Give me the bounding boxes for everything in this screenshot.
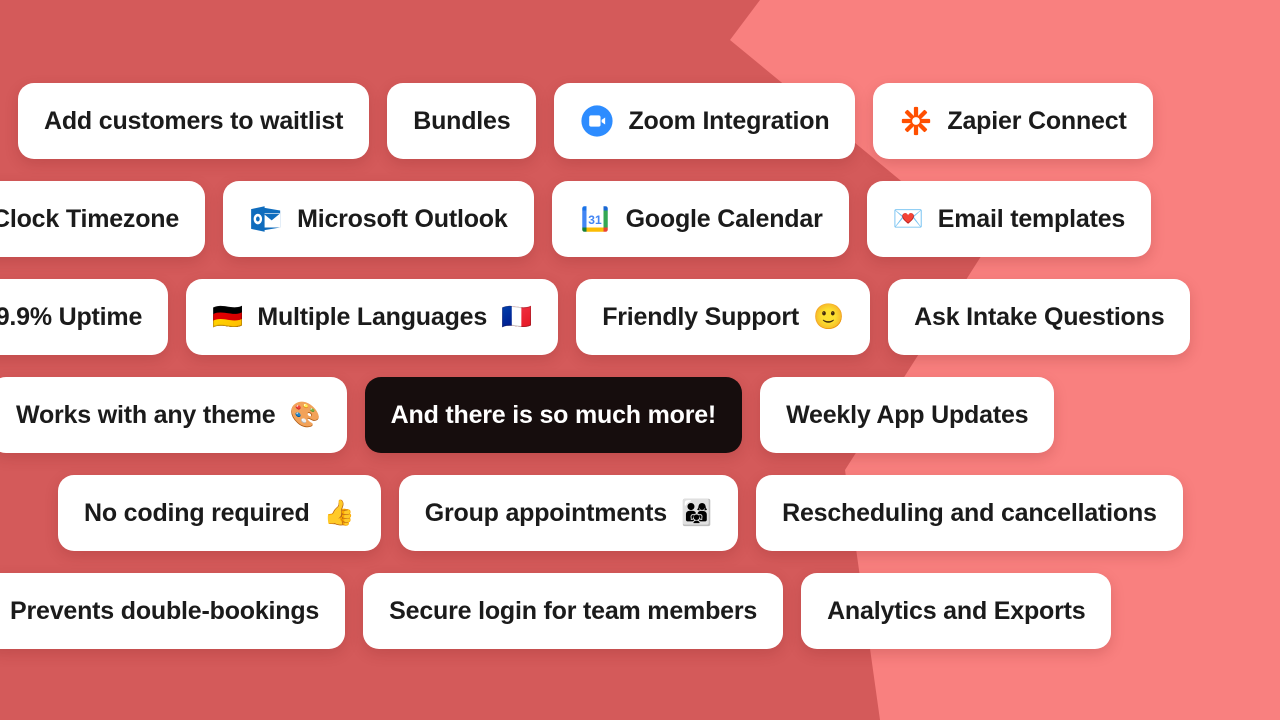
feature-card-label: Secure login for team members [389, 596, 758, 625]
feature-card-label: And there is so much more! [390, 400, 717, 429]
feature-card[interactable]: Secure login for team members [363, 573, 784, 649]
feature-card-label: No coding required [84, 498, 310, 527]
feature-card[interactable]: 99.9% Uptime [0, 279, 169, 355]
feature-card-label: Zoom Integration [628, 106, 830, 135]
feature-row: Works with any theme 🎨 And there is so muc… [0, 366, 1270, 464]
feature-card-label: Friendly Support [602, 302, 800, 331]
outlook-icon [251, 206, 281, 232]
feature-card-label: Zapier Connect [947, 106, 1127, 135]
feature-card[interactable]: Microsoft Outlook [223, 181, 534, 257]
emoji-trailing: 🙂 [813, 302, 845, 331]
feature-card-label: Multiple Languages [257, 302, 488, 331]
feature-card[interactable]: Weekly App Updates [760, 377, 1055, 453]
feature-card[interactable]: Group appointments 👨‍👩‍👧 [398, 475, 739, 551]
feature-row: Clock Timezone Microsoft Outlook 31 Google … [0, 170, 1246, 268]
feature-row: Prevents double-bookings Secure login for… [0, 562, 1264, 660]
feature-card[interactable]: Clock Timezone [0, 181, 206, 257]
emoji-trailing: 🎨 [289, 400, 321, 429]
feature-row: 99.9% Uptime 🇩🇪 Multiple Languages 🇫🇷 Friend… [0, 268, 1236, 366]
feature-card-label: Clock Timezone [0, 204, 180, 233]
emoji-trailing: 👍 [323, 498, 355, 527]
svg-text:31: 31 [588, 213, 602, 227]
feature-card-label: Ask Intake Questions [914, 302, 1165, 331]
feature-card[interactable]: Friendly Support 🙂 [576, 279, 871, 355]
emoji-trailing: 🇫🇷 [501, 302, 533, 331]
feature-card-label: Google Calendar [625, 204, 823, 233]
feature-card-label: Microsoft Outlook [297, 204, 508, 233]
feature-rows: Add customers to waitlist Bundles Zoom Int… [0, 0, 1280, 720]
feature-card[interactable]: Analytics and Exports [801, 573, 1112, 649]
feature-card-label: Bundles [413, 106, 511, 135]
feature-card-label: Group appointments [424, 498, 667, 527]
feature-grid-stage: Add customers to waitlist Bundles Zoom Int… [0, 0, 1280, 720]
feature-card[interactable]: Zoom Integration [554, 83, 856, 159]
feature-card-label: 99.9% Uptime [0, 302, 143, 331]
feature-card-label: Email templates [937, 204, 1126, 233]
feature-card-label: Analytics and Exports [827, 596, 1086, 625]
feature-card[interactable]: Zapier Connect [873, 83, 1153, 159]
feature-card[interactable]: No coding required 👍 [58, 475, 381, 551]
feature-card[interactable]: Rescheduling and cancellations [756, 475, 1183, 551]
feature-card[interactable]: Works with any theme 🎨 [0, 377, 347, 453]
feature-card[interactable]: Add customers to waitlist [18, 83, 370, 159]
feature-card[interactable]: Ask Intake Questions [888, 279, 1191, 355]
feature-card-label: Rescheduling and cancellations [782, 498, 1157, 527]
feature-card-label: Works with any theme [16, 400, 276, 429]
feature-card[interactable]: 💌 Email templates [866, 181, 1152, 257]
feature-card[interactable]: 31 Google Calendar [551, 181, 849, 257]
zapier-icon [902, 106, 931, 136]
feature-card[interactable]: 🇩🇪 Multiple Languages 🇫🇷 [186, 279, 559, 355]
feature-row: No coding required 👍 Group appointments 👨‍👩… [24, 464, 1280, 562]
feature-card-label: Add customers to waitlist [44, 106, 344, 135]
feature-card[interactable]: And there is so much more! [364, 377, 743, 453]
feature-row: Add customers to waitlist Bundles Zoom Int… [0, 72, 1274, 170]
emoji-leading: 🇩🇪 [212, 302, 244, 331]
google-calendar-icon: 31 [581, 206, 608, 232]
feature-card-label: Prevents double-bookings [10, 596, 320, 625]
feature-card[interactable]: Prevents double-bookings [0, 573, 346, 649]
zoom-icon [581, 105, 614, 137]
emoji-trailing: 👨‍👩‍👧 [680, 498, 713, 527]
feature-card[interactable]: Bundles [387, 83, 537, 159]
emoji-leading: 💌 [892, 204, 924, 233]
feature-card-label: Weekly App Updates [786, 400, 1029, 429]
